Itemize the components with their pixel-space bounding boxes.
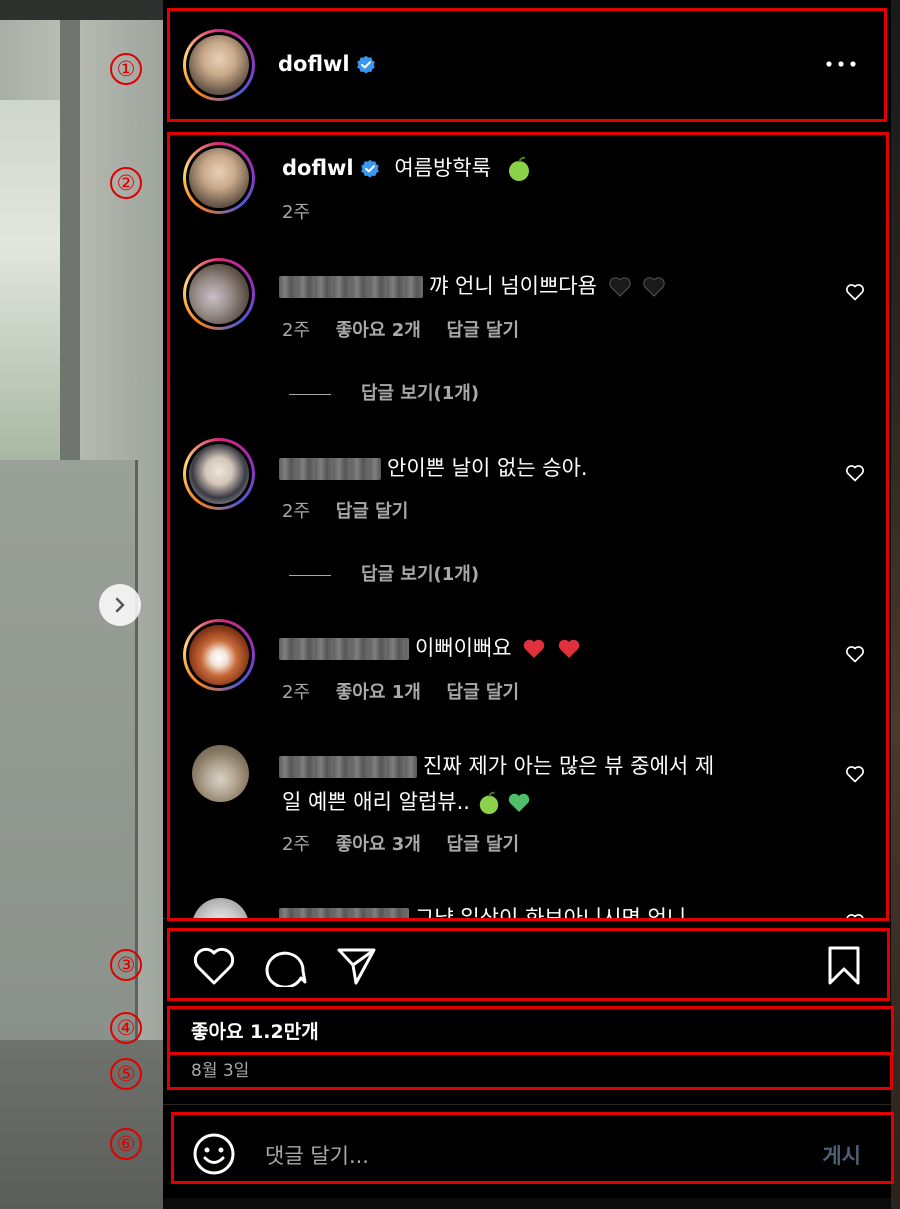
comment-avatar[interactable] [192, 898, 249, 918]
share-icon[interactable] [336, 945, 378, 987]
comment-meta: 2주 답글 달기 [282, 497, 408, 523]
blurred-username[interactable] [279, 458, 381, 480]
comment-time: 2주 [282, 834, 311, 855]
annotation-label-4: ④ [110, 1012, 142, 1044]
annotation-label-2: ② [110, 167, 142, 199]
action-bar [163, 918, 891, 1001]
like-comment-icon[interactable] [845, 463, 865, 483]
comment-icon[interactable] [264, 945, 308, 987]
view-replies-label[interactable]: 답글 보기(1개) [361, 564, 479, 585]
blurred-username[interactable] [279, 908, 409, 918]
reply-button[interactable]: 답글 달기 [447, 682, 520, 703]
next-image-button[interactable] [99, 584, 141, 626]
caption-username[interactable]: doflwl [282, 156, 354, 180]
heart-icon[interactable] [192, 945, 236, 987]
green-apple-icon [479, 791, 498, 815]
comment-row: 진짜 제가 아는 많은 뷰 중에서 제 [279, 750, 714, 780]
photo-ceiling [0, 0, 163, 20]
comment-text-line2: 일 예쁜 애리 알럽뷰.. [282, 790, 470, 814]
comment-avatar[interactable] [192, 745, 249, 802]
more-options-button[interactable] [823, 52, 859, 76]
caption-meta: 2주 [282, 198, 310, 224]
blurred-username[interactable] [279, 756, 417, 778]
likes-count[interactable]: 좋아요 1.2만개 [191, 1017, 319, 1044]
comment-text-line1: 진짜 제가 아는 많은 뷰 중에서 제 [423, 754, 715, 778]
verified-badge-icon [356, 55, 375, 74]
comment-input[interactable] [263, 1140, 787, 1172]
emoji-icon[interactable] [192, 1132, 236, 1176]
caption-row: doflwl 여름방학룩 [282, 152, 532, 182]
comment-meta: 2주 좋아요 2개 답글 달기 [282, 316, 519, 342]
comment-text: 꺄 언니 넘이쁘다욤 [429, 274, 597, 298]
caption-time: 2주 [282, 202, 311, 223]
view-replies-button[interactable]: 답글 보기(1개) [289, 379, 479, 405]
chevron-right-icon [115, 597, 125, 613]
comment-row: 안이쁜 날이 없는 승아. [279, 452, 588, 482]
green-heart-icon [509, 793, 530, 812]
red-heart-icon [524, 639, 545, 658]
annotation-label-1: ① [110, 53, 142, 85]
view-replies-label[interactable]: 답글 보기(1개) [361, 383, 479, 404]
blurred-username[interactable] [279, 276, 423, 298]
comment-text: 이뻐이뻐요 [415, 636, 512, 660]
comment-row: 그냥 일상이 화보아니시면 언니 [279, 902, 686, 918]
comment-composer: 게시 [163, 1112, 891, 1198]
reply-divider [289, 574, 331, 576]
comment-row-continued: 일 예쁜 애리 알럽뷰.. [282, 786, 531, 816]
verified-badge-icon [360, 159, 379, 178]
post-header: doflwl [163, 10, 891, 120]
post-panel: doflwl doflwl 여름방학룩 2주 꺄 언니 넘이쁘다욤 2주 좋아요… [163, 0, 891, 1198]
black-heart-icon [608, 277, 631, 297]
view-replies-button[interactable]: 답글 보기(1개) [289, 560, 479, 586]
author-avatar[interactable] [183, 29, 255, 101]
comment-text: 안이쁜 날이 없는 승아. [387, 456, 588, 480]
caption-avatar[interactable] [183, 142, 255, 214]
header-username[interactable]: doflwl [278, 52, 350, 76]
comment-row: 이뻐이뻐요 [279, 632, 581, 662]
comment-meta: 2주 좋아요 3개 답글 달기 [282, 830, 519, 856]
annotation-label-5: ⑤ [110, 1058, 142, 1090]
comment-time: 2주 [282, 320, 311, 341]
like-comment-icon[interactable] [845, 644, 865, 664]
annotation-label-6: ⑥ [110, 1128, 142, 1160]
comment-time: 2주 [282, 501, 311, 522]
comment-likes-count[interactable]: 좋아요 2개 [336, 320, 421, 341]
bookmark-icon[interactable] [826, 945, 862, 987]
caption-text: 여름방학룩 [394, 156, 491, 180]
post-date[interactable]: 8월 3일 [191, 1056, 249, 1081]
comment-likes-count[interactable]: 좋아요 1개 [336, 682, 421, 703]
comments-list[interactable]: doflwl 여름방학룩 2주 꺄 언니 넘이쁘다욤 2주 좋아요 2개 답글 … [163, 132, 891, 918]
comment-row: 꺄 언니 넘이쁘다욤 [279, 270, 666, 300]
green-apple-icon [508, 156, 529, 181]
like-comment-icon[interactable] [845, 282, 865, 302]
reply-button[interactable]: 답글 달기 [447, 320, 520, 341]
reply-divider [289, 393, 331, 395]
header-username-row[interactable]: doflwl [278, 52, 376, 76]
post-comment-button[interactable]: 게시 [822, 1140, 861, 1170]
annotation-label-3: ③ [110, 949, 142, 981]
comment-avatar[interactable] [183, 258, 255, 330]
blurred-username[interactable] [279, 638, 409, 660]
comment-meta: 2주 좋아요 1개 답글 달기 [282, 678, 519, 704]
red-heart-icon [558, 639, 580, 658]
black-heart-icon [643, 277, 665, 297]
more-options-icon [826, 61, 856, 67]
reply-button[interactable]: 답글 달기 [447, 834, 520, 855]
reply-button[interactable]: 답글 달기 [336, 501, 409, 522]
comment-likes-count[interactable]: 좋아요 3개 [336, 834, 421, 855]
background-strip [891, 0, 900, 1209]
comment-avatar[interactable] [183, 619, 255, 691]
like-comment-icon[interactable] [845, 764, 865, 784]
divider [163, 1104, 891, 1105]
comment-avatar[interactable] [183, 438, 255, 510]
comment-time: 2주 [282, 682, 311, 703]
comment-text: 그냥 일상이 화보아니시면 언니 [415, 906, 687, 918]
